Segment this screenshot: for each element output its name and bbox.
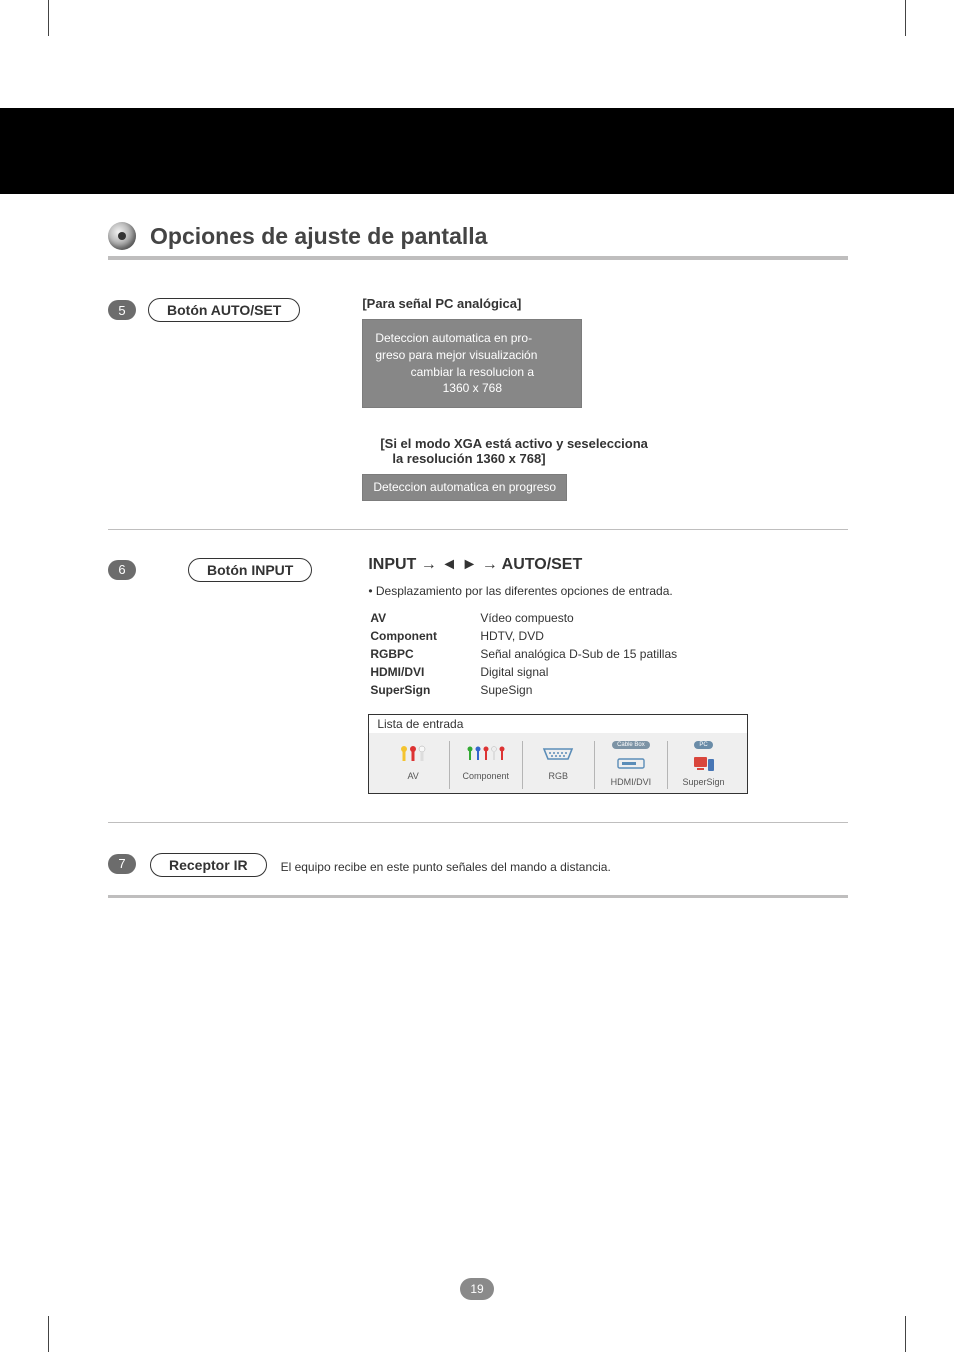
av-rca-icon: [390, 741, 436, 767]
arrow-right-icon: ►: [462, 556, 482, 573]
input-table: AVVídeo compuesto ComponentHDTV, DVD RGB…: [368, 608, 679, 700]
bullet-icon: [108, 222, 136, 250]
header-black-band: [0, 108, 954, 194]
input-source-hdmidvi: Cable Box HDMI/DVI: [595, 741, 668, 789]
osd-line: cambiar la resolucion a: [375, 364, 569, 381]
button-label-input: Botón INPUT: [188, 558, 312, 582]
supersign-pc-icon: [681, 755, 727, 773]
input-source-rgb: RGB: [523, 741, 596, 789]
settop-box-icon: [608, 755, 654, 773]
divider: [108, 256, 848, 260]
table-row: RGBPCSeñal analógica D-Sub de 15 patilla…: [370, 646, 677, 662]
arrow-left-icon: ◄: [441, 556, 461, 573]
subhead-xga: [Si el modo XGA está activo y seseleccio…: [380, 436, 848, 466]
input-sequence: INPUT → ◄ ► → AUTO/SET: [368, 556, 848, 574]
input-source-supersign: PC SuperSign: [668, 741, 740, 789]
cable-box-tag: Cable Box: [612, 741, 650, 749]
step-badge-5: 5: [108, 300, 136, 320]
divider: [108, 529, 848, 530]
table-row: SuperSignSupeSign: [370, 682, 677, 698]
osd-line: Deteccion automatica en pro-: [375, 331, 532, 345]
osd-line: greso para mejor visualización: [375, 348, 537, 362]
page-title: Opciones de ajuste de pantalla: [150, 223, 487, 250]
table-row: ComponentHDTV, DVD: [370, 628, 677, 644]
pc-tag: PC: [694, 741, 712, 749]
section-7: 7 Receptor IR El equipo recibe en este p…: [108, 851, 848, 877]
section-6: 6 Botón INPUT INPUT → ◄ ► → AUTO/SET • D…: [108, 556, 848, 794]
vga-connector-icon: [535, 741, 581, 767]
osd-message-box-small: Deteccion automatica en progreso: [362, 474, 567, 501]
input-list-title: Lista de entrada: [369, 715, 747, 733]
crop-mark: [48, 0, 49, 36]
divider: [108, 822, 848, 823]
input-source-av: AV: [377, 741, 450, 789]
component-icon: [463, 741, 509, 767]
button-label-autoset: Botón AUTO/SET: [148, 298, 300, 322]
crop-mark: [905, 1316, 906, 1352]
page-number: 19: [460, 1278, 494, 1300]
crop-mark: [905, 0, 906, 36]
table-row: AVVídeo compuesto: [370, 610, 677, 626]
divider: [108, 895, 848, 898]
osd-line: 1360 x 768: [375, 380, 569, 397]
crop-mark: [48, 1316, 49, 1352]
step-badge-6: 6: [108, 560, 136, 580]
step-badge-7: 7: [108, 854, 136, 874]
input-note: • Desplazamiento por las diferentes opci…: [368, 584, 848, 598]
input-source-component: Component: [450, 741, 523, 789]
page-title-row: Opciones de ajuste de pantalla: [108, 222, 848, 250]
button-label-receptor: Receptor IR: [150, 853, 267, 877]
input-list-box: Lista de entrada AV: [368, 714, 748, 794]
table-row: HDMI/DVIDigital signal: [370, 664, 677, 680]
subhead-pc-analog: [Para señal PC analógica]: [362, 296, 848, 311]
receptor-description: El equipo recibe en este punto señales d…: [281, 860, 611, 874]
section-5: 5 Botón AUTO/SET [Para señal PC analógic…: [108, 296, 848, 501]
osd-message-box: Deteccion automatica en pro- greso para …: [362, 319, 582, 408]
